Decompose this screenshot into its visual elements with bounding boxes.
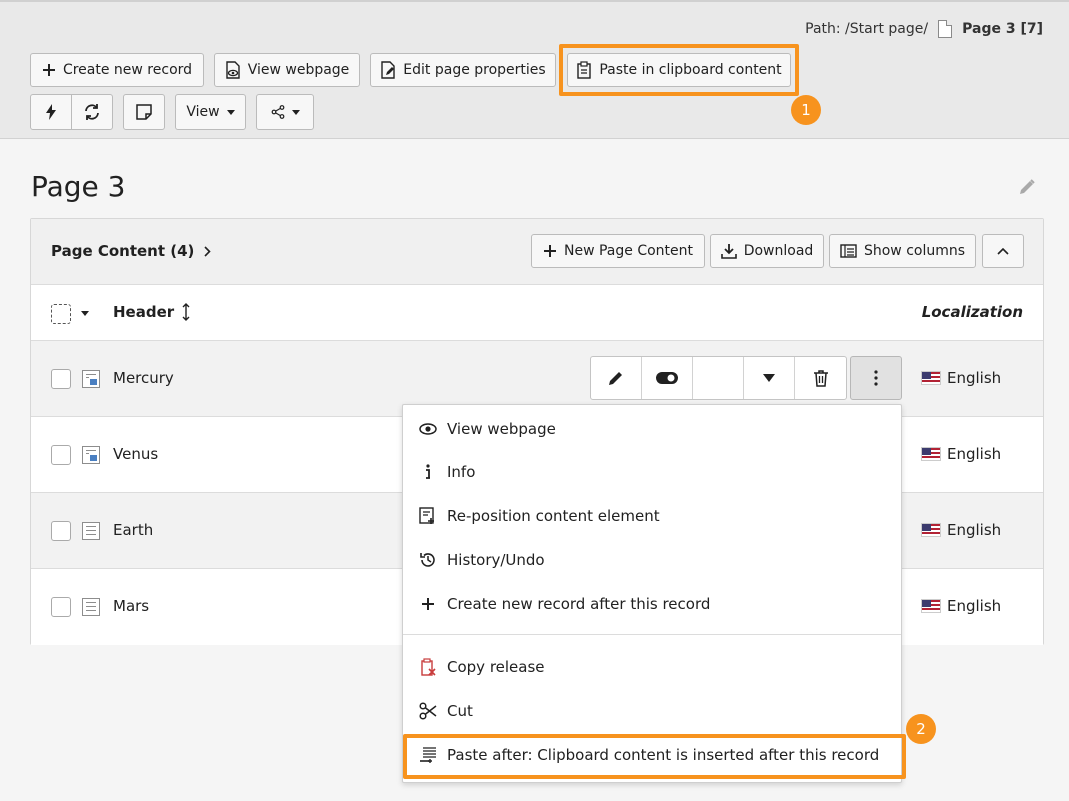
menu-item-copy-release[interactable]: Copy release xyxy=(419,658,545,676)
menu-item-view-webpage[interactable]: View webpage xyxy=(419,420,556,438)
show-columns-button[interactable]: Show columns xyxy=(829,234,976,268)
collapse-button[interactable] xyxy=(982,234,1024,268)
toggle-visibility-button[interactable] xyxy=(642,357,693,399)
row-checkbox[interactable] xyxy=(51,445,71,465)
callout-highlight-1 xyxy=(559,44,799,96)
us-flag-icon xyxy=(921,371,941,385)
caret-down-icon xyxy=(226,109,235,115)
panel-title[interactable]: Page Content (4) xyxy=(51,242,212,260)
path-prefix: Path: /Start page/ xyxy=(805,21,929,37)
menu-item-info[interactable]: Info xyxy=(419,463,475,481)
doc-header: Path: /Start page/ Page 3 [7] Create new… xyxy=(0,0,1069,139)
row-header[interactable]: Venus xyxy=(113,445,158,463)
row-checkbox[interactable] xyxy=(51,597,71,617)
page-title: Page 3 xyxy=(31,170,126,203)
menu-divider xyxy=(403,634,901,635)
plus-icon xyxy=(422,598,434,610)
menu-item-history[interactable]: History/Undo xyxy=(419,551,545,569)
download-icon xyxy=(720,244,737,259)
pencil-icon xyxy=(609,372,622,385)
info-icon xyxy=(426,464,430,479)
more-vertical-icon xyxy=(874,370,878,386)
copy-release-icon xyxy=(421,658,436,676)
content-text-image-icon xyxy=(82,370,100,388)
share-icon xyxy=(271,105,284,119)
trash-icon xyxy=(813,370,828,387)
breadcrumb: Path: /Start page/ Page 3 [7] xyxy=(805,20,1043,38)
view-dropdown[interactable]: View xyxy=(175,94,246,130)
lightning-icon xyxy=(46,104,56,120)
path-current-page[interactable]: Page 3 [7] xyxy=(962,21,1043,37)
us-flag-icon xyxy=(921,523,941,537)
toggle-icon xyxy=(656,372,678,384)
row-action-group xyxy=(590,356,847,400)
edit-page-properties-button[interactable]: Edit page properties xyxy=(370,53,556,87)
history-icon xyxy=(420,553,435,567)
page-icon xyxy=(938,20,953,38)
caret-down-icon xyxy=(763,374,775,382)
plus-icon xyxy=(543,245,556,257)
create-new-record-button[interactable]: Create new record xyxy=(30,53,204,87)
columns-icon xyxy=(840,244,857,258)
content-text-icon xyxy=(82,598,100,616)
callout-badge-1: 1 xyxy=(791,95,821,125)
select-all-checkbox[interactable] xyxy=(51,304,71,324)
scissors-icon xyxy=(419,702,437,720)
row-header[interactable]: Mercury xyxy=(113,369,174,387)
reposition-icon xyxy=(419,507,434,524)
us-flag-icon xyxy=(921,599,941,613)
view-page-icon xyxy=(226,61,240,79)
new-page-content-button[interactable]: New Page Content xyxy=(531,234,705,268)
us-flag-icon xyxy=(921,447,941,461)
delete-button[interactable] xyxy=(795,357,846,399)
row-checkbox[interactable] xyxy=(51,369,71,389)
flush-cache-button[interactable] xyxy=(30,94,72,130)
content-text-image-icon xyxy=(82,446,100,464)
edit-page-icon xyxy=(381,61,395,79)
pencil-icon[interactable] xyxy=(1018,178,1036,200)
table-header-row: Header Localization xyxy=(31,285,1043,341)
chevron-right-icon xyxy=(204,245,212,257)
caret-down-icon xyxy=(291,109,300,115)
chevron-up-icon xyxy=(997,247,1009,255)
panel-header: Page Content (4) New Page Content Downlo… xyxy=(31,219,1043,285)
reload-button[interactable] xyxy=(71,94,113,130)
localization-cell: English xyxy=(921,521,1001,539)
expand-button[interactable] xyxy=(744,357,795,399)
menu-item-cut[interactable]: Cut xyxy=(419,702,473,720)
localization-cell: English xyxy=(921,597,1001,615)
row-header[interactable]: Mars xyxy=(113,597,149,615)
eye-icon xyxy=(419,423,437,435)
plus-icon xyxy=(42,64,55,76)
share-dropdown[interactable] xyxy=(256,94,314,130)
refresh-icon xyxy=(85,104,99,120)
note-button[interactable] xyxy=(123,94,165,130)
sort-icon xyxy=(182,303,190,321)
more-actions-button[interactable] xyxy=(850,356,902,400)
empty-action-slot xyxy=(693,357,744,399)
localization-cell: English xyxy=(921,369,1001,387)
view-webpage-button[interactable]: View webpage xyxy=(214,53,360,87)
row-actions-menu: View webpage Info Re-position content el… xyxy=(402,404,902,783)
sticky-note-icon xyxy=(136,104,152,120)
callout-highlight-2 xyxy=(403,734,906,779)
content-text-icon xyxy=(82,522,100,540)
edit-button[interactable] xyxy=(591,357,642,399)
localization-cell: English xyxy=(921,445,1001,463)
callout-badge-2: 2 xyxy=(906,714,936,744)
caret-down-icon[interactable] xyxy=(81,311,89,316)
menu-item-reposition[interactable]: Re-position content element xyxy=(419,507,660,525)
menu-item-create-after[interactable]: Create new record after this record xyxy=(419,595,710,613)
row-header[interactable]: Earth xyxy=(113,521,153,539)
header-column[interactable]: Header xyxy=(113,303,190,321)
row-checkbox[interactable] xyxy=(51,521,71,541)
download-button[interactable]: Download xyxy=(710,234,824,268)
localization-column: Localization xyxy=(921,303,1023,321)
